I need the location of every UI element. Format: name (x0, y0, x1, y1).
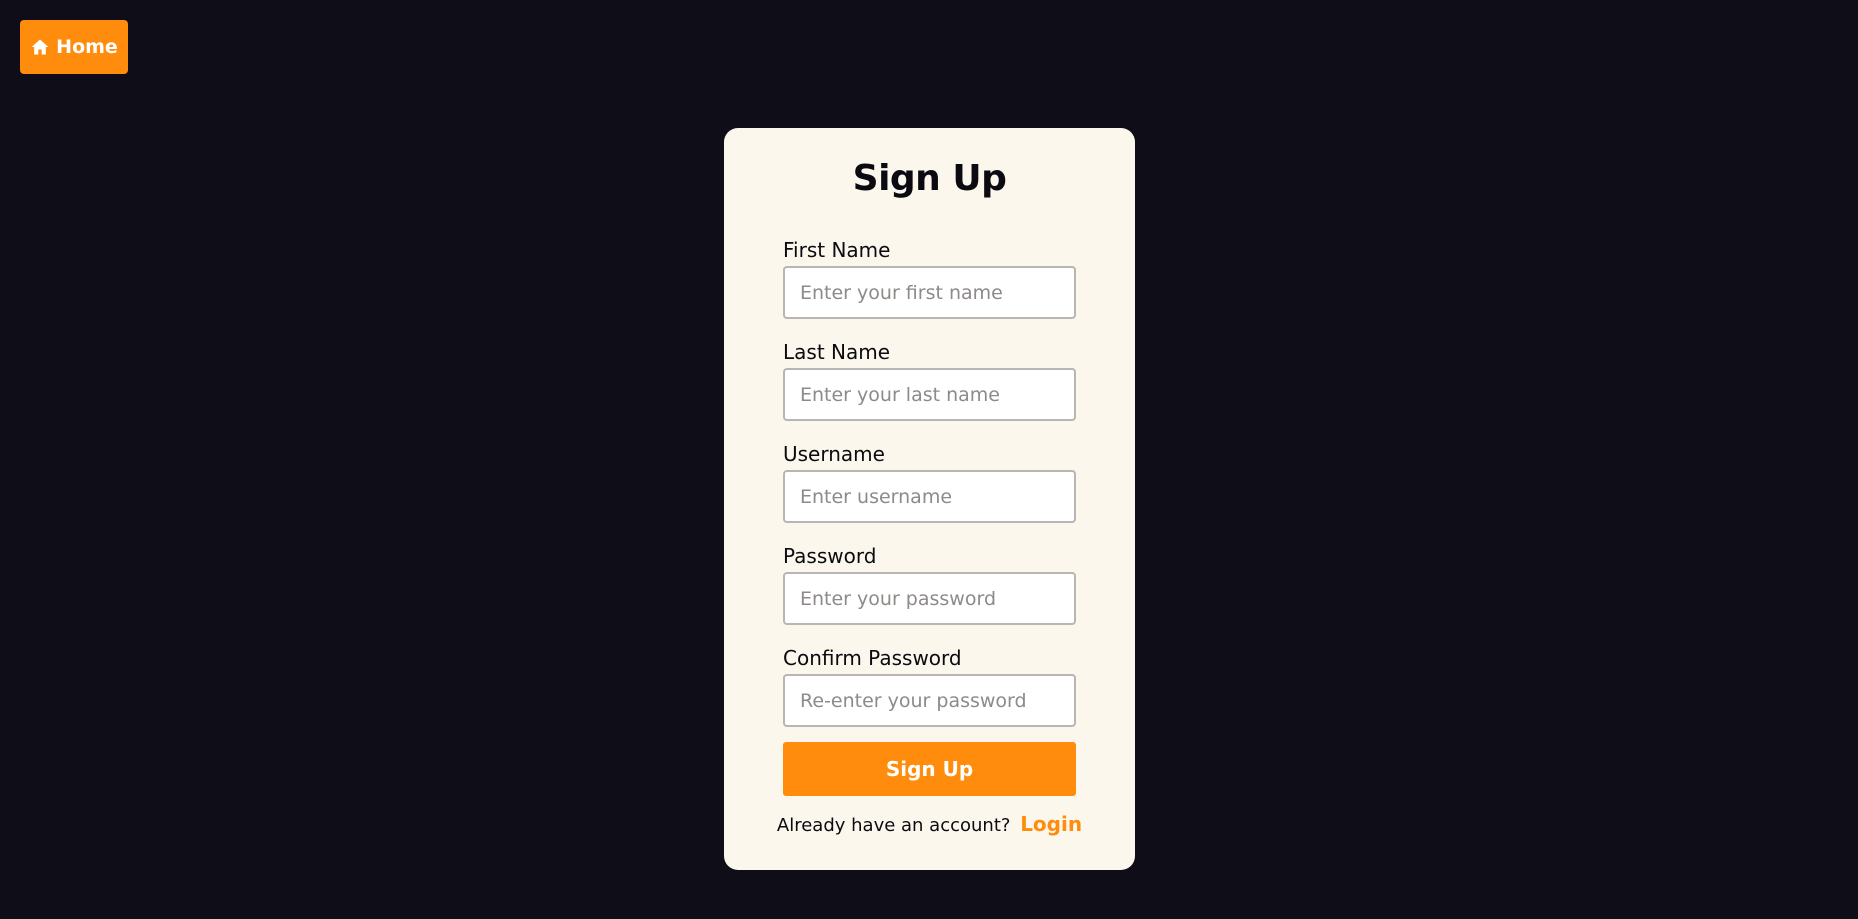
username-input[interactable] (783, 470, 1076, 523)
username-label: Username (783, 442, 885, 466)
last-name-group: Last Name (783, 338, 1076, 421)
first-name-label: First Name (783, 238, 891, 262)
password-input[interactable] (783, 572, 1076, 625)
confirm-password-label: Confirm Password (783, 646, 962, 670)
page-title: Sign Up (852, 158, 1007, 199)
login-link[interactable]: Login (1020, 812, 1082, 836)
confirm-password-input[interactable] (783, 674, 1076, 727)
last-name-input[interactable] (783, 368, 1076, 421)
first-name-group: First Name (783, 236, 1076, 319)
house-icon (30, 37, 50, 57)
password-label: Password (783, 544, 877, 568)
password-group: Password (783, 542, 1076, 625)
home-button-label: Home (56, 36, 118, 58)
login-prompt-row: Already have an account? Login (724, 812, 1135, 836)
home-button[interactable]: Home (20, 20, 128, 74)
signup-button[interactable]: Sign Up (783, 742, 1076, 796)
first-name-input[interactable] (783, 266, 1076, 319)
login-prompt-text: Already have an account? (776, 815, 1011, 836)
username-group: Username (783, 440, 1076, 523)
last-name-label: Last Name (783, 340, 891, 364)
signup-card: Sign Up First Name Last Name Username Pa… (724, 128, 1135, 870)
confirm-password-group: Confirm Password (783, 644, 1076, 727)
